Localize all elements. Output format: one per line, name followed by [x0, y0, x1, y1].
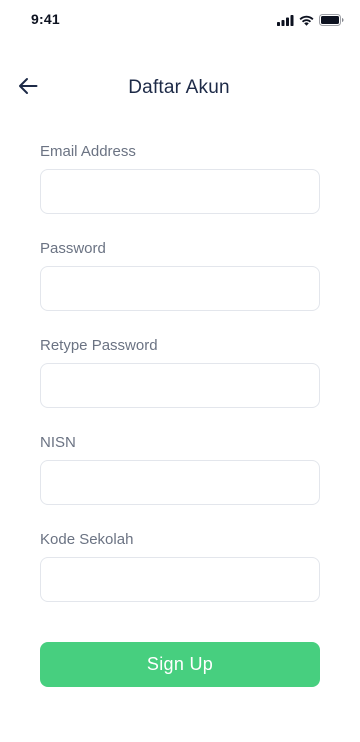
email-label: Email Address: [40, 143, 136, 160]
signup-button[interactable]: Sign Up: [40, 642, 320, 687]
back-button[interactable]: [16, 76, 40, 100]
email-input[interactable]: [40, 169, 320, 214]
nisn-label: NISN: [40, 434, 76, 451]
nisn-input[interactable]: [40, 460, 320, 505]
retype-password-input[interactable]: [40, 363, 320, 408]
school-code-label: Kode Sekolah: [40, 531, 134, 548]
signup-form: Email Address Password Retype Password N…: [40, 142, 320, 627]
page-title: Daftar Akun: [128, 77, 230, 98]
wifi-icon: [299, 13, 314, 31]
retype-password-field-group: Retype Password: [40, 336, 320, 433]
retype-password-label: Retype Password: [40, 337, 158, 354]
battery-icon: [319, 13, 344, 31]
password-input[interactable]: [40, 266, 320, 311]
school-code-input[interactable]: [40, 557, 320, 602]
status-icons: [277, 13, 344, 31]
school-code-field-group: Kode Sekolah: [40, 530, 320, 627]
nisn-field-group: NISN: [40, 433, 320, 530]
arrow-left-icon: [18, 77, 38, 100]
email-field-group: Email Address: [40, 142, 320, 239]
status-time: 9:41: [31, 11, 60, 27]
password-field-group: Password: [40, 239, 320, 336]
password-label: Password: [40, 240, 106, 257]
cellular-signal-icon: [277, 13, 294, 31]
status-bar: 9:41: [0, 0, 360, 40]
